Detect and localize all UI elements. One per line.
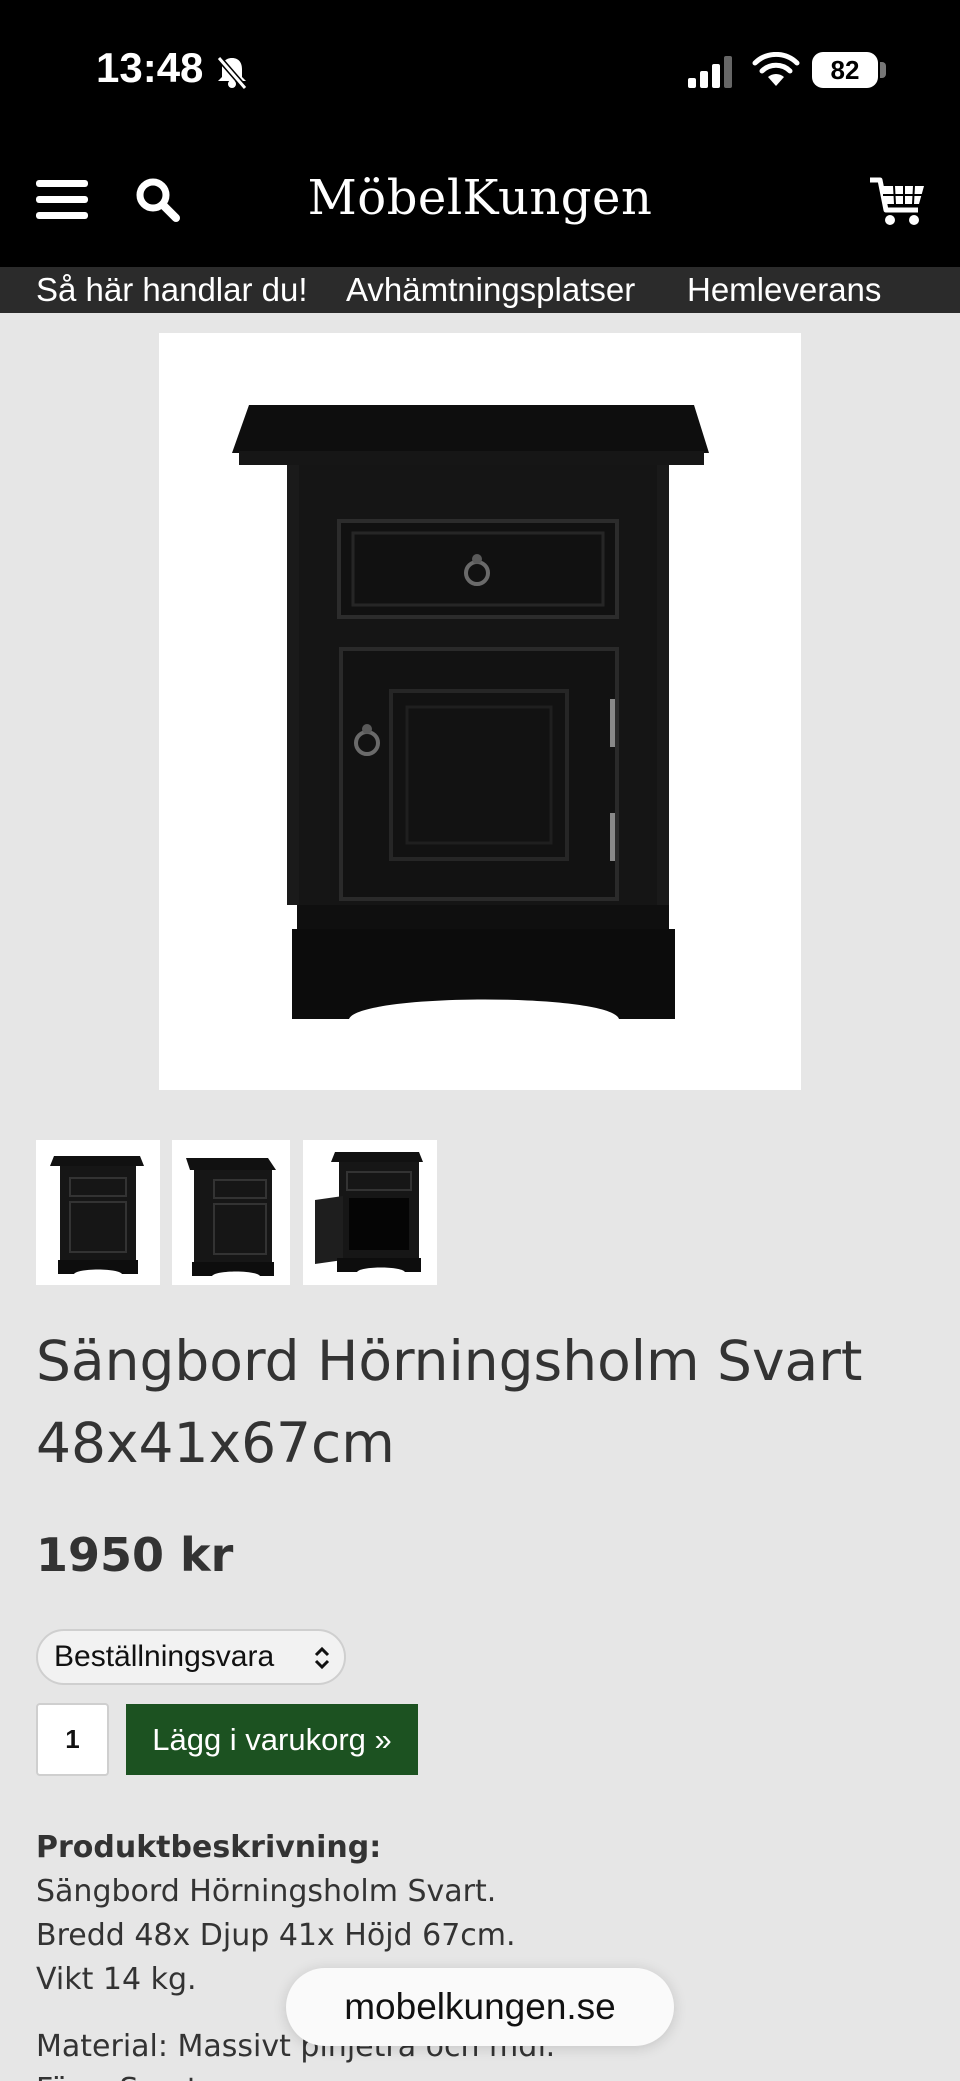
quantity-input[interactable] [36, 1703, 109, 1776]
product-title: Sängbord Hörningsholm Svart 48x41x67cm [36, 1329, 863, 1475]
cart-icon[interactable] [868, 176, 926, 228]
product-thumbnail-3[interactable] [303, 1140, 437, 1285]
add-to-cart-button[interactable]: Lägg i varukorg » [126, 1704, 418, 1775]
sub-navigation: Så här handlar du! Avhämtningsplatser He… [0, 267, 960, 313]
subnav-link-pickup-locations[interactable]: Avhämtningsplatser [346, 267, 635, 313]
product-price: 1950 kr [36, 1528, 234, 1582]
site-logo[interactable]: MöbelKungen [240, 170, 720, 226]
bell-slash-icon [216, 56, 248, 90]
status-bar: 13:48 82 [0, 0, 960, 140]
description-line: Bredd 48x Djup 41x Höjd 67cm. [36, 1918, 516, 1953]
status-time: 13:48 [96, 44, 204, 91]
description-heading: Produktbeskrivning: [36, 1830, 382, 1865]
wifi-icon [752, 52, 800, 86]
thumbnail-image [186, 1158, 276, 1276]
nightstand-illustration [232, 405, 709, 1019]
product-main-image[interactable] [159, 333, 801, 1090]
thumbnail-image [50, 1156, 144, 1274]
browser-url-bar[interactable]: mobelkungen.se [286, 1968, 674, 2046]
description-color: Färg: Svart [36, 2068, 199, 2081]
subnav-link-home-delivery[interactable]: Hemleverans [687, 267, 881, 313]
site-header: MöbelKungen [0, 140, 960, 267]
chevron-up-down-icon [314, 1646, 330, 1670]
subnav-link-how-to-shop[interactable]: Så här handlar du! [36, 267, 308, 313]
battery-cap [880, 62, 886, 78]
battery-indicator: 82 [812, 52, 878, 88]
description-line: Sängbord Hörningsholm Svart. [36, 1874, 497, 1909]
cellular-signal-icon [688, 56, 732, 88]
product-thumbnail-1[interactable] [36, 1140, 160, 1285]
search-icon[interactable] [134, 176, 180, 222]
product-thumbnail-2[interactable] [172, 1140, 290, 1285]
availability-select-value: Beställningsvara [54, 1640, 275, 1673]
thumbnail-image [315, 1152, 423, 1272]
availability-select[interactable]: Beställningsvara [36, 1629, 346, 1685]
menu-icon[interactable] [36, 178, 88, 222]
